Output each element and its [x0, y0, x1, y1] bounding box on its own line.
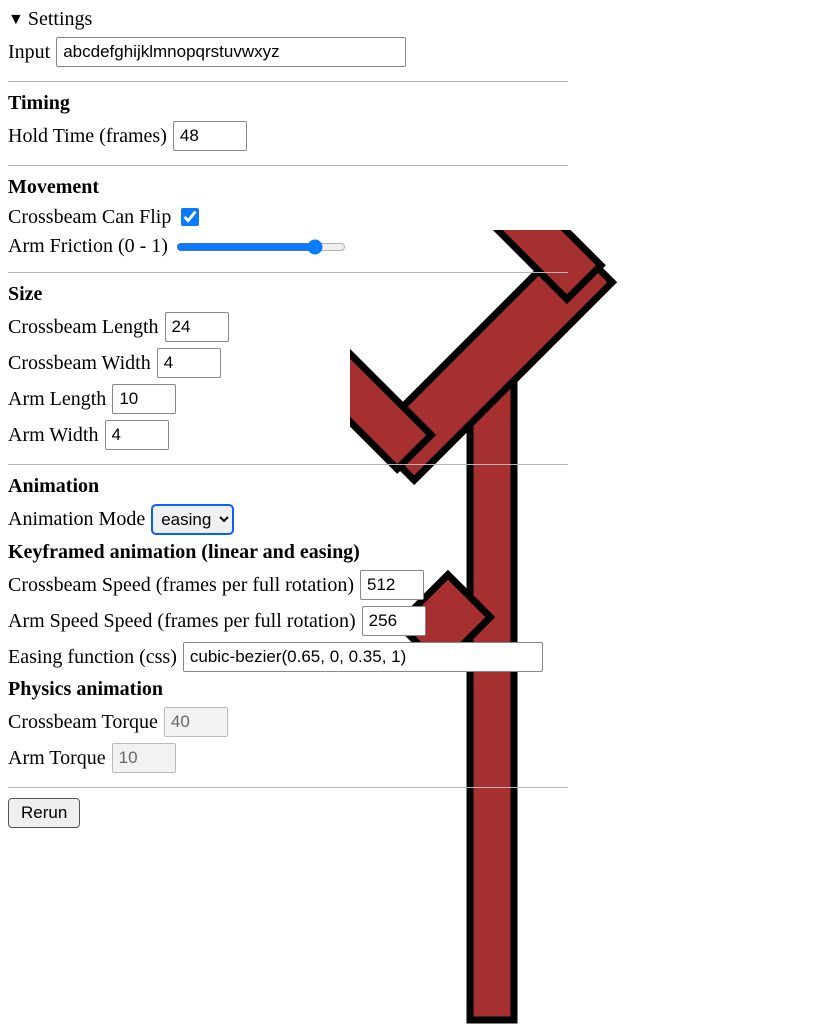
settings-summary[interactable]: ▼ Settings	[8, 8, 820, 31]
divider	[8, 81, 568, 82]
crossbeam-torque-label: Crossbeam Torque	[8, 711, 158, 734]
settings-details[interactable]: ▼ Settings Input Timing Hold Time (frame…	[8, 8, 820, 828]
divider	[8, 787, 568, 788]
timing-title: Timing	[8, 92, 820, 115]
movement-title: Movement	[8, 176, 820, 199]
arm-width-label: Arm Width	[8, 424, 99, 447]
arm-length-input[interactable]	[112, 384, 176, 414]
input-field[interactable]	[56, 37, 406, 67]
arm-speed-label: Arm Speed Speed (frames per full rotatio…	[8, 610, 356, 633]
crossbeam-speed-label: Crossbeam Speed (frames per full rotatio…	[8, 574, 354, 597]
arm-torque-input	[112, 743, 176, 773]
settings-title: Settings	[28, 8, 92, 31]
hold-time-label: Hold Time (frames)	[8, 125, 167, 148]
hold-time-input[interactable]	[173, 121, 247, 151]
crossbeam-length-label: Crossbeam Length	[8, 316, 159, 339]
animation-title: Animation	[8, 475, 820, 498]
size-title: Size	[8, 283, 820, 306]
arm-speed-input[interactable]	[362, 606, 426, 636]
arm-friction-slider[interactable]	[176, 239, 346, 255]
disclosure-triangle-icon: ▼	[8, 11, 24, 29]
divider	[8, 464, 568, 465]
animation-mode-select[interactable]: easing	[151, 504, 234, 535]
rerun-button[interactable]: Rerun	[8, 798, 80, 828]
easing-fn-input[interactable]	[183, 642, 543, 672]
crossbeam-width-input[interactable]	[157, 348, 221, 378]
divider	[8, 272, 568, 273]
crossbeam-length-input[interactable]	[165, 312, 229, 342]
crossbeam-torque-input	[164, 707, 228, 737]
easing-fn-label: Easing function (css)	[8, 646, 177, 669]
arm-length-label: Arm Length	[8, 388, 106, 411]
crossbeam-flip-checkbox[interactable]	[181, 208, 199, 226]
animation-mode-label: Animation Mode	[8, 508, 145, 531]
arm-torque-label: Arm Torque	[8, 747, 106, 770]
input-label: Input	[8, 41, 50, 64]
physics-title: Physics animation	[8, 678, 820, 701]
arm-width-input[interactable]	[105, 420, 169, 450]
crossbeam-flip-label: Crossbeam Can Flip	[8, 206, 171, 229]
crossbeam-speed-input[interactable]	[360, 570, 424, 600]
crossbeam-width-label: Crossbeam Width	[8, 352, 151, 375]
keyframed-title: Keyframed animation (linear and easing)	[8, 541, 820, 564]
divider	[8, 165, 568, 166]
arm-friction-label: Arm Friction (0 - 1)	[8, 235, 168, 258]
